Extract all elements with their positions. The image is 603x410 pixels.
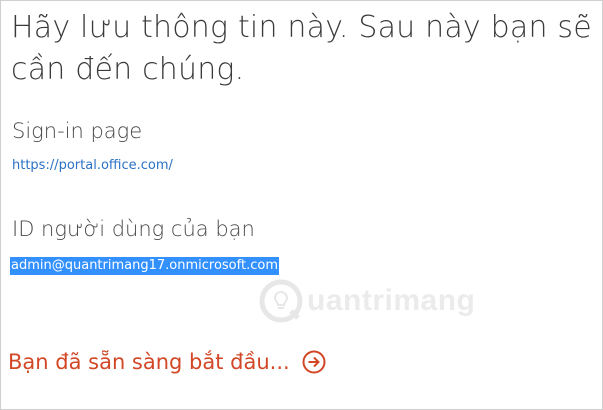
arrow-right-circle-icon[interactable] bbox=[302, 350, 326, 374]
watermark: uantrimang bbox=[259, 279, 475, 323]
user-id-value[interactable]: admin@quantrimang17.onmicrosoft.com bbox=[10, 257, 279, 275]
watermark-text: uantrimang bbox=[307, 284, 476, 317]
page-heading: Hãy lưu thông tin này. Sau này bạn sẽ cầ… bbox=[11, 10, 592, 87]
signin-page-label: Sign-in page bbox=[12, 119, 143, 143]
signin-url-link[interactable]: https://portal.office.com/ bbox=[12, 158, 173, 173]
user-id-label: ID người dùng của bạn bbox=[12, 217, 255, 241]
lightbulb-q-icon bbox=[259, 279, 303, 323]
get-started-label: Bạn đã sẵn sàng bắt đầu... bbox=[8, 350, 290, 374]
get-started-link[interactable]: Bạn đã sẵn sàng bắt đầu... bbox=[8, 350, 326, 374]
